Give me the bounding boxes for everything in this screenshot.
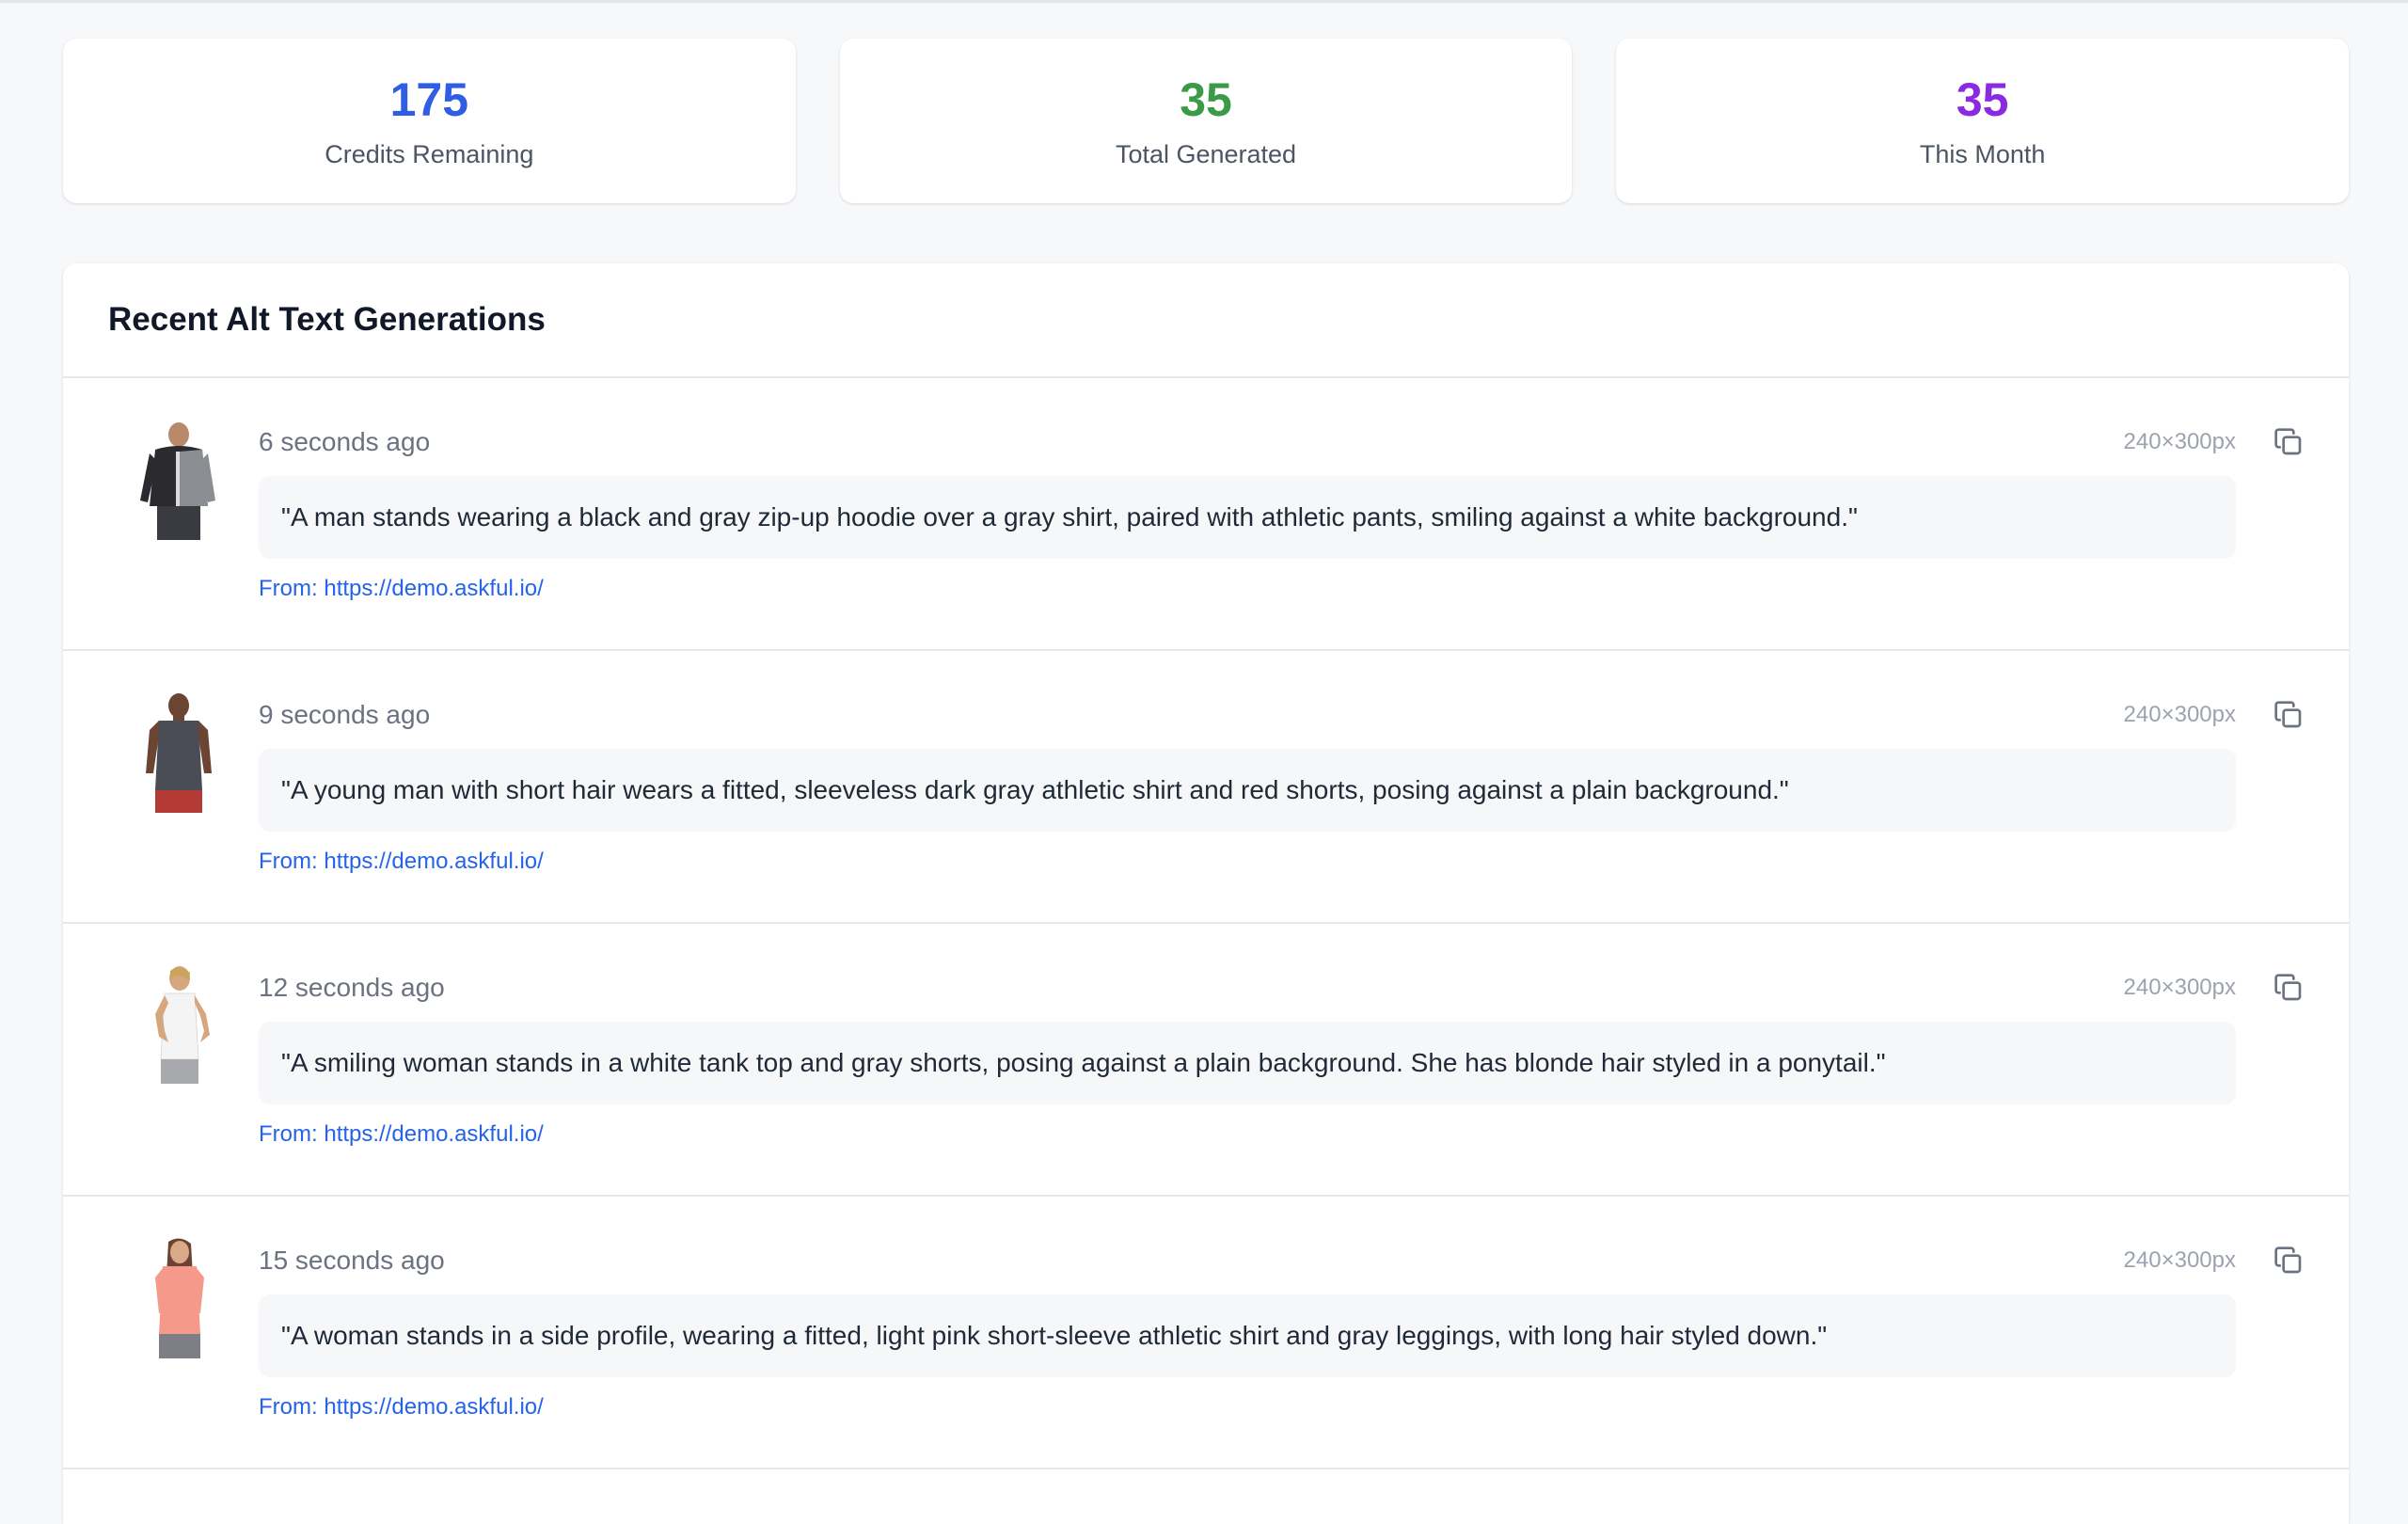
generation-time: 12 seconds ago <box>259 973 445 1002</box>
image-dimensions: 240×300px <box>2123 975 2236 1000</box>
sleeveless-man-image <box>146 693 212 813</box>
top-border <box>0 0 2408 3</box>
generation-time: 9 seconds ago <box>259 700 431 729</box>
generation-item: 6 seconds ago 240×300px "A man stands we… <box>63 378 2349 651</box>
generation-item: 12 seconds ago 240×300px "A smiling woma… <box>63 924 2349 1197</box>
panel-header: Recent Alt Text Generations <box>63 263 2349 378</box>
source-link[interactable]: From: https://demo.askful.io/ <box>259 849 544 875</box>
copy-icon <box>2274 974 2302 1001</box>
stats-row: 175 Credits Remaining 35 Total Generated… <box>63 39 2350 203</box>
generation-item: 15 seconds ago 240×300px "A woman stands… <box>63 1197 2349 1469</box>
source-link[interactable]: From: https://demo.askful.io/ <box>259 1394 544 1421</box>
panel-title: Recent Alt Text Generations <box>108 301 546 338</box>
credits-remaining-value: 175 <box>389 73 469 126</box>
total-generated-label: Total Generated <box>1115 140 1297 168</box>
product-thumbnail <box>118 692 240 815</box>
generation-time: 15 seconds ago <box>259 1246 445 1275</box>
stat-card-total: 35 Total Generated <box>839 39 1573 203</box>
source-url: https://demo.askful.io/ <box>324 576 544 601</box>
alt-text: "A young man with short hair wears a fit… <box>259 749 2236 832</box>
copy-button[interactable] <box>2270 696 2307 734</box>
total-generated-value: 35 <box>1180 73 1232 126</box>
source-prefix: From: <box>259 576 318 601</box>
stat-card-month: 35 This Month <box>1616 39 2350 203</box>
copy-button[interactable] <box>2270 969 2307 1007</box>
image-dimensions: 240×300px <box>2123 1247 2236 1273</box>
copy-button[interactable] <box>2270 423 2307 461</box>
image-dimensions: 240×300px <box>2123 702 2236 727</box>
tank-top-woman-image <box>155 966 210 1084</box>
image-dimensions: 240×300px <box>2123 429 2236 454</box>
source-link[interactable]: From: https://demo.askful.io/ <box>259 1121 544 1148</box>
alt-text: "A woman stands in a side profile, weari… <box>259 1294 2236 1377</box>
source-url: https://demo.askful.io/ <box>324 1394 544 1420</box>
product-thumbnail <box>118 965 240 1087</box>
recent-generations-panel: Recent Alt Text Generations 6 seconds ag… <box>63 263 2349 1524</box>
generation-item: 9 seconds ago 240×300px "A young man wit… <box>63 651 2349 924</box>
alt-text: "A man stands wearing a black and gray z… <box>259 476 2236 559</box>
product-thumbnail <box>118 420 240 542</box>
this-month-label: This Month <box>1919 140 2046 168</box>
this-month-value: 35 <box>1956 73 2009 126</box>
stat-card-credits: 175 Credits Remaining <box>63 39 796 203</box>
generation-time: 6 seconds ago <box>259 427 431 456</box>
source-url: https://demo.askful.io/ <box>324 1121 544 1147</box>
source-prefix: From: <box>259 849 318 874</box>
alt-text: "A smiling woman stands in a white tank … <box>259 1022 2236 1104</box>
copy-icon <box>2274 1246 2302 1274</box>
copy-button[interactable] <box>2270 1242 2307 1279</box>
pink-shirt-woman-image <box>155 1238 204 1358</box>
copy-icon <box>2274 701 2302 728</box>
hoodie-man-image <box>140 422 215 540</box>
source-link[interactable]: From: https://demo.askful.io/ <box>259 576 544 602</box>
credits-remaining-label: Credits Remaining <box>325 140 534 168</box>
product-thumbnail <box>118 1238 240 1360</box>
copy-icon <box>2274 428 2302 455</box>
source-url: https://demo.askful.io/ <box>324 849 544 874</box>
source-prefix: From: <box>259 1394 318 1420</box>
source-prefix: From: <box>259 1121 318 1147</box>
